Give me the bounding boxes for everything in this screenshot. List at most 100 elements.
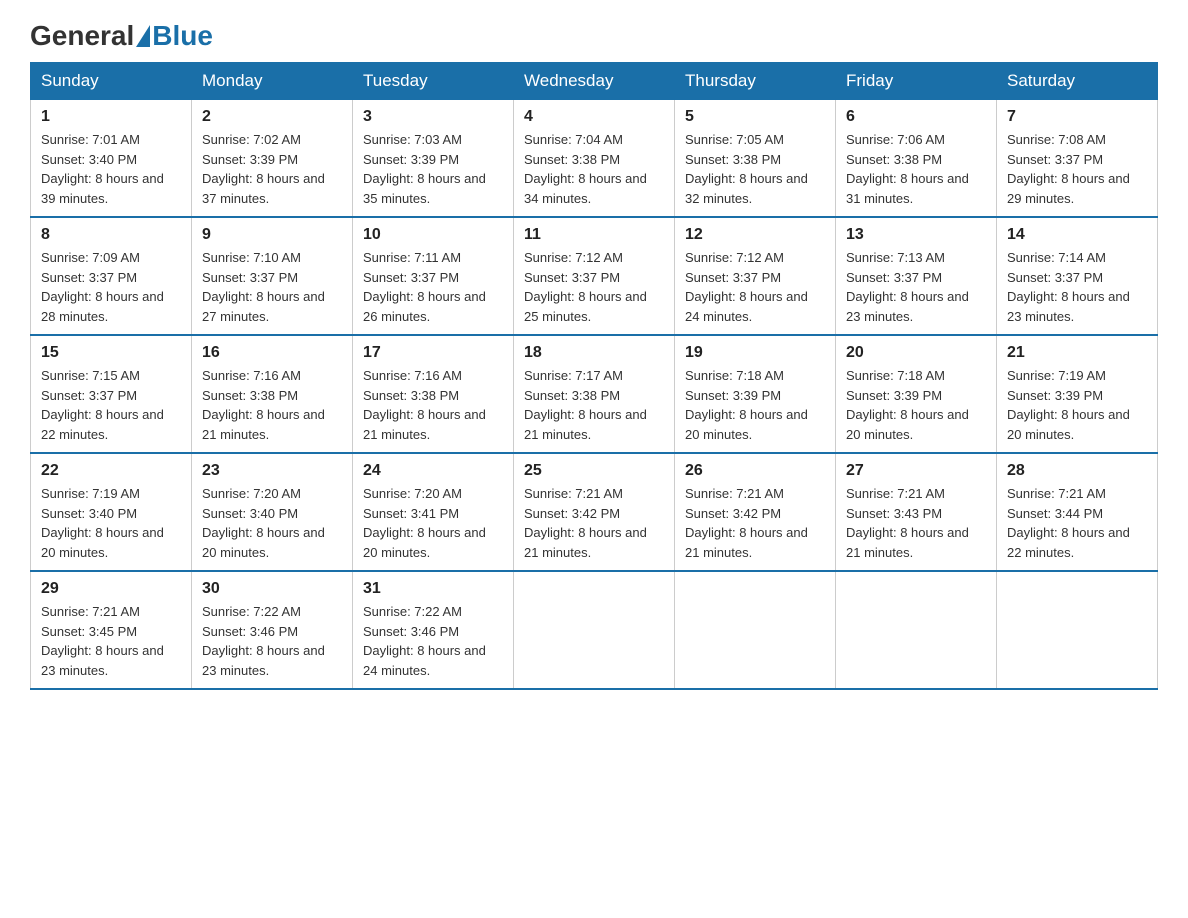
- day-info: Sunrise: 7:06 AMSunset: 3:38 PMDaylight:…: [846, 132, 969, 206]
- day-info: Sunrise: 7:18 AMSunset: 3:39 PMDaylight:…: [846, 368, 969, 442]
- day-info: Sunrise: 7:08 AMSunset: 3:37 PMDaylight:…: [1007, 132, 1130, 206]
- day-number: 21: [1007, 344, 1147, 362]
- day-info: Sunrise: 7:18 AMSunset: 3:39 PMDaylight:…: [685, 368, 808, 442]
- day-number: 17: [363, 344, 503, 362]
- day-number: 10: [363, 226, 503, 244]
- day-info: Sunrise: 7:17 AMSunset: 3:38 PMDaylight:…: [524, 368, 647, 442]
- day-info: Sunrise: 7:02 AMSunset: 3:39 PMDaylight:…: [202, 132, 325, 206]
- day-info: Sunrise: 7:19 AMSunset: 3:40 PMDaylight:…: [41, 486, 164, 560]
- day-number: 9: [202, 226, 342, 244]
- calendar-cell: 30 Sunrise: 7:22 AMSunset: 3:46 PMDaylig…: [192, 571, 353, 689]
- calendar-cell: [836, 571, 997, 689]
- day-number: 3: [363, 108, 503, 126]
- calendar-cell: 8 Sunrise: 7:09 AMSunset: 3:37 PMDayligh…: [31, 217, 192, 335]
- day-number: 19: [685, 344, 825, 362]
- day-info: Sunrise: 7:14 AMSunset: 3:37 PMDaylight:…: [1007, 250, 1130, 324]
- calendar-week-row: 1 Sunrise: 7:01 AMSunset: 3:40 PMDayligh…: [31, 100, 1158, 218]
- day-number: 16: [202, 344, 342, 362]
- day-info: Sunrise: 7:05 AMSunset: 3:38 PMDaylight:…: [685, 132, 808, 206]
- calendar-cell: 10 Sunrise: 7:11 AMSunset: 3:37 PMDaylig…: [353, 217, 514, 335]
- calendar-week-row: 8 Sunrise: 7:09 AMSunset: 3:37 PMDayligh…: [31, 217, 1158, 335]
- weekday-header-saturday: Saturday: [997, 63, 1158, 100]
- calendar-cell: [997, 571, 1158, 689]
- day-number: 5: [685, 108, 825, 126]
- header: General Blue: [30, 20, 1158, 52]
- day-number: 28: [1007, 462, 1147, 480]
- logo-blue-text: Blue: [152, 20, 213, 52]
- calendar-cell: 1 Sunrise: 7:01 AMSunset: 3:40 PMDayligh…: [31, 100, 192, 218]
- calendar-cell: 18 Sunrise: 7:17 AMSunset: 3:38 PMDaylig…: [514, 335, 675, 453]
- calendar-table: SundayMondayTuesdayWednesdayThursdayFrid…: [30, 62, 1158, 690]
- day-number: 7: [1007, 108, 1147, 126]
- day-info: Sunrise: 7:21 AMSunset: 3:42 PMDaylight:…: [524, 486, 647, 560]
- day-info: Sunrise: 7:16 AMSunset: 3:38 PMDaylight:…: [363, 368, 486, 442]
- calendar-cell: 23 Sunrise: 7:20 AMSunset: 3:40 PMDaylig…: [192, 453, 353, 571]
- day-number: 25: [524, 462, 664, 480]
- day-info: Sunrise: 7:12 AMSunset: 3:37 PMDaylight:…: [685, 250, 808, 324]
- day-info: Sunrise: 7:16 AMSunset: 3:38 PMDaylight:…: [202, 368, 325, 442]
- day-number: 12: [685, 226, 825, 244]
- weekday-header-sunday: Sunday: [31, 63, 192, 100]
- day-info: Sunrise: 7:10 AMSunset: 3:37 PMDaylight:…: [202, 250, 325, 324]
- calendar-cell: [675, 571, 836, 689]
- day-info: Sunrise: 7:21 AMSunset: 3:44 PMDaylight:…: [1007, 486, 1130, 560]
- calendar-cell: 27 Sunrise: 7:21 AMSunset: 3:43 PMDaylig…: [836, 453, 997, 571]
- calendar-cell: 21 Sunrise: 7:19 AMSunset: 3:39 PMDaylig…: [997, 335, 1158, 453]
- day-number: 31: [363, 580, 503, 598]
- day-info: Sunrise: 7:12 AMSunset: 3:37 PMDaylight:…: [524, 250, 647, 324]
- calendar-cell: 5 Sunrise: 7:05 AMSunset: 3:38 PMDayligh…: [675, 100, 836, 218]
- logo-triangle-icon: [136, 25, 150, 47]
- calendar-cell: 19 Sunrise: 7:18 AMSunset: 3:39 PMDaylig…: [675, 335, 836, 453]
- weekday-header-friday: Friday: [836, 63, 997, 100]
- calendar-cell: 28 Sunrise: 7:21 AMSunset: 3:44 PMDaylig…: [997, 453, 1158, 571]
- calendar-cell: 6 Sunrise: 7:06 AMSunset: 3:38 PMDayligh…: [836, 100, 997, 218]
- weekday-header-row: SundayMondayTuesdayWednesdayThursdayFrid…: [31, 63, 1158, 100]
- calendar-cell: 31 Sunrise: 7:22 AMSunset: 3:46 PMDaylig…: [353, 571, 514, 689]
- calendar-cell: 3 Sunrise: 7:03 AMSunset: 3:39 PMDayligh…: [353, 100, 514, 218]
- day-number: 13: [846, 226, 986, 244]
- calendar-cell: 24 Sunrise: 7:20 AMSunset: 3:41 PMDaylig…: [353, 453, 514, 571]
- day-number: 30: [202, 580, 342, 598]
- calendar-cell: 16 Sunrise: 7:16 AMSunset: 3:38 PMDaylig…: [192, 335, 353, 453]
- calendar-cell: 12 Sunrise: 7:12 AMSunset: 3:37 PMDaylig…: [675, 217, 836, 335]
- day-info: Sunrise: 7:11 AMSunset: 3:37 PMDaylight:…: [363, 250, 486, 324]
- calendar-cell: 20 Sunrise: 7:18 AMSunset: 3:39 PMDaylig…: [836, 335, 997, 453]
- day-info: Sunrise: 7:19 AMSunset: 3:39 PMDaylight:…: [1007, 368, 1130, 442]
- day-number: 1: [41, 108, 181, 126]
- day-number: 26: [685, 462, 825, 480]
- day-info: Sunrise: 7:22 AMSunset: 3:46 PMDaylight:…: [363, 604, 486, 678]
- calendar-cell: 2 Sunrise: 7:02 AMSunset: 3:39 PMDayligh…: [192, 100, 353, 218]
- day-number: 8: [41, 226, 181, 244]
- weekday-header-monday: Monday: [192, 63, 353, 100]
- day-number: 29: [41, 580, 181, 598]
- weekday-header-tuesday: Tuesday: [353, 63, 514, 100]
- day-info: Sunrise: 7:03 AMSunset: 3:39 PMDaylight:…: [363, 132, 486, 206]
- day-number: 18: [524, 344, 664, 362]
- day-info: Sunrise: 7:21 AMSunset: 3:42 PMDaylight:…: [685, 486, 808, 560]
- calendar-cell: 9 Sunrise: 7:10 AMSunset: 3:37 PMDayligh…: [192, 217, 353, 335]
- day-number: 14: [1007, 226, 1147, 244]
- day-number: 2: [202, 108, 342, 126]
- calendar-cell: 22 Sunrise: 7:19 AMSunset: 3:40 PMDaylig…: [31, 453, 192, 571]
- day-info: Sunrise: 7:13 AMSunset: 3:37 PMDaylight:…: [846, 250, 969, 324]
- day-info: Sunrise: 7:04 AMSunset: 3:38 PMDaylight:…: [524, 132, 647, 206]
- calendar-cell: 11 Sunrise: 7:12 AMSunset: 3:37 PMDaylig…: [514, 217, 675, 335]
- day-info: Sunrise: 7:21 AMSunset: 3:45 PMDaylight:…: [41, 604, 164, 678]
- calendar-cell: [514, 571, 675, 689]
- calendar-cell: 4 Sunrise: 7:04 AMSunset: 3:38 PMDayligh…: [514, 100, 675, 218]
- calendar-cell: 17 Sunrise: 7:16 AMSunset: 3:38 PMDaylig…: [353, 335, 514, 453]
- calendar-week-row: 22 Sunrise: 7:19 AMSunset: 3:40 PMDaylig…: [31, 453, 1158, 571]
- day-number: 11: [524, 226, 664, 244]
- calendar-cell: 26 Sunrise: 7:21 AMSunset: 3:42 PMDaylig…: [675, 453, 836, 571]
- calendar-cell: 14 Sunrise: 7:14 AMSunset: 3:37 PMDaylig…: [997, 217, 1158, 335]
- calendar-cell: 25 Sunrise: 7:21 AMSunset: 3:42 PMDaylig…: [514, 453, 675, 571]
- calendar-cell: 7 Sunrise: 7:08 AMSunset: 3:37 PMDayligh…: [997, 100, 1158, 218]
- day-number: 24: [363, 462, 503, 480]
- day-info: Sunrise: 7:09 AMSunset: 3:37 PMDaylight:…: [41, 250, 164, 324]
- logo-general-text: General: [30, 20, 134, 52]
- weekday-header-thursday: Thursday: [675, 63, 836, 100]
- calendar-cell: 15 Sunrise: 7:15 AMSunset: 3:37 PMDaylig…: [31, 335, 192, 453]
- weekday-header-wednesday: Wednesday: [514, 63, 675, 100]
- calendar-week-row: 29 Sunrise: 7:21 AMSunset: 3:45 PMDaylig…: [31, 571, 1158, 689]
- day-number: 6: [846, 108, 986, 126]
